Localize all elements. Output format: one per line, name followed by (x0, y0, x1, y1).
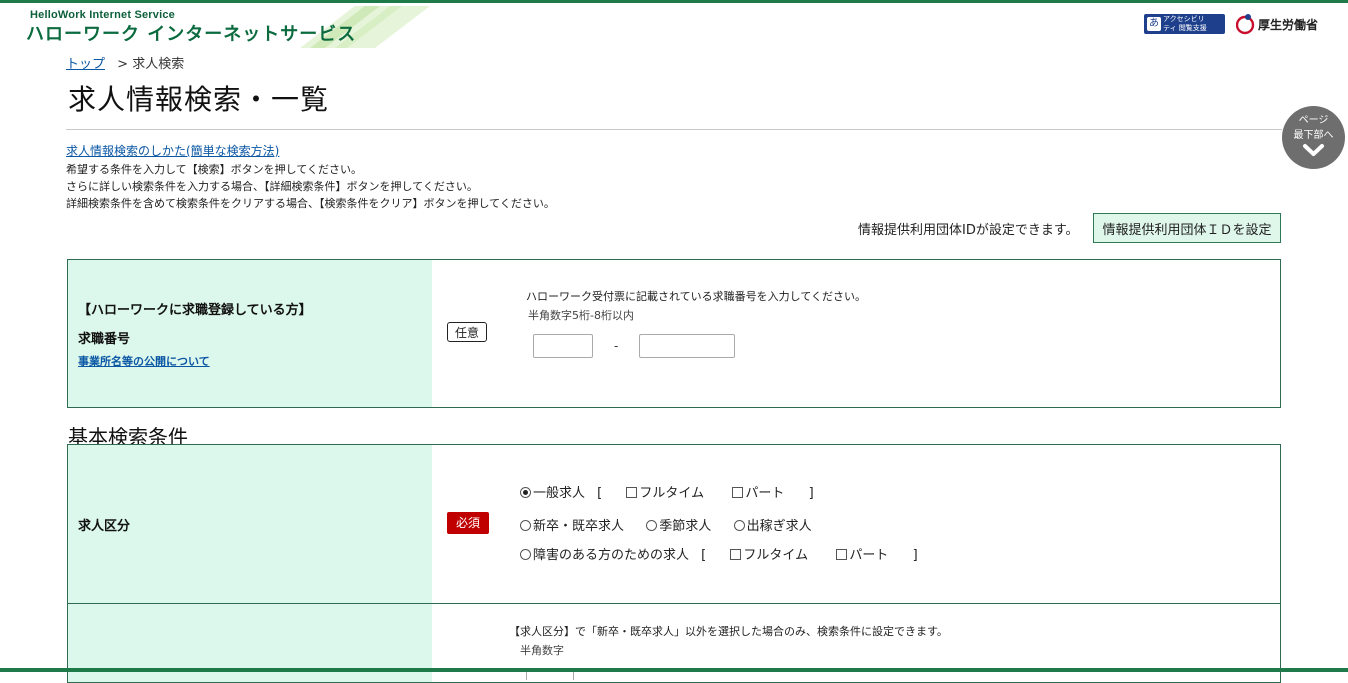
migrant-job-radio[interactable]: 出稼ぎ求人 (733, 519, 812, 534)
migrant-job-label: 出稼ぎ求人 (746, 519, 812, 534)
help-line-1: 希望する条件を入力して【検索】ボタンを押してください。 (66, 163, 363, 176)
seasonal-job-label: 季節求人 (659, 519, 712, 534)
job-type-row-general: 一般求人 [ フルタイム パート ] (520, 482, 814, 501)
hellowork-logo[interactable]: HelloWork Internet Service ハローワーク インターネッ… (20, 6, 440, 48)
bottom-accent-bar (0, 668, 1348, 672)
org-id-note: 情報提供利用団体IDが設定できます。 (858, 223, 1079, 238)
radio-icon (646, 520, 658, 531)
company-disclosure-link[interactable]: 事業所名等の公開について (78, 353, 210, 369)
disabled-job-label: 障害のある方のための求人 (533, 548, 690, 563)
general-parttime-label: パート (745, 486, 785, 501)
job-seeker-number-field-1[interactable] (533, 334, 593, 358)
job-seeker-number-field-2[interactable] (639, 334, 735, 358)
next-condition-note: 【求人区分】で「新卒・既卒求人」以外を選択した場合のみ、検索条件に設定できます。 (509, 625, 948, 638)
checkbox-icon (730, 549, 742, 560)
help-line-2: さらに詳しい検索条件を入力する場合、【詳細検索条件】ボタンを押してください。 (66, 180, 478, 193)
accessibility-tool-label: アクセシビリティ 閲覧支援ツール (1163, 15, 1207, 34)
job-type-row-disabled: 障害のある方のための求人 [ フルタイム パート ] (520, 544, 918, 563)
accessibility-tool-link[interactable]: あアクセシビリティ 閲覧支援ツール (1144, 14, 1225, 34)
radio-checked-icon (520, 487, 531, 498)
search-howto-link[interactable]: 求人情報検索のしかた(簡単な検索方法) (66, 142, 279, 159)
ministry-emblem-icon (1236, 14, 1255, 35)
disabled-parttime-label: パート (849, 548, 889, 563)
newgrad-job-radio[interactable]: 新卒・既卒求人 (520, 519, 624, 534)
breadcrumb: トップ > 求人検索 (66, 53, 184, 72)
bracket-close: ] (808, 486, 814, 501)
checkbox-icon (732, 487, 744, 498)
required-badge: 必須 (447, 512, 489, 534)
general-fulltime-checkbox[interactable]: フルタイム (626, 486, 704, 501)
breadcrumb-separator: > (117, 57, 129, 72)
disabled-parttime-checkbox[interactable]: パート (836, 548, 888, 563)
registration-format-note: 半角数字5桁-8桁以内 (528, 309, 634, 322)
newgrad-job-label: 新卒・既卒求人 (533, 519, 625, 534)
checkbox-icon (836, 549, 848, 560)
general-parttime-checkbox[interactable]: パート (732, 486, 784, 501)
bracket-close: ] (912, 548, 918, 563)
general-fulltime-label: フルタイム (639, 486, 705, 501)
registration-note: ハローワーク受付票に記載されている求職番号を入力してください。 (526, 290, 867, 303)
breadcrumb-home-link[interactable]: トップ (66, 57, 105, 72)
job-type-label: 求人区分 (78, 519, 131, 534)
set-org-id-button[interactable]: 情報提供利用団体ＩＤを設定 (1093, 213, 1281, 243)
disabled-job-radio[interactable]: 障害のある方のための求人 (520, 548, 689, 563)
optional-badge: 任意 (447, 322, 487, 342)
number-dash: - (614, 339, 619, 353)
bracket-open: [ (597, 486, 603, 501)
scroll-to-bottom-button[interactable]: ページ 最下部へ (1282, 106, 1345, 169)
ministry-name: 厚生労働省 (1258, 18, 1319, 32)
job-type-panel: 求人区分 必須 一般求人 [ フルタイム パート ] 新卒・既卒求人 季節求人 … (67, 444, 1281, 604)
breadcrumb-current: 求人検索 (132, 57, 185, 72)
job-seeker-number-label: 求職番号 (78, 332, 131, 347)
accessibility-icon: あ (1147, 17, 1161, 31)
seasonal-job-radio[interactable]: 季節求人 (646, 519, 711, 534)
help-line-3: 詳細検索条件を含めて検索条件をクリアする場合、【検索条件をクリア】ボタンを押して… (66, 197, 555, 210)
top-accent-bar (0, 0, 1348, 3)
radio-icon (733, 520, 745, 531)
page-title: 求人情報検索・一覧 (68, 83, 330, 116)
bracket-open: [ (701, 548, 707, 563)
next-condition-format-note: 半角数字 (520, 644, 564, 657)
registration-heading: 【ハローワークに求職登録している方】 (78, 303, 312, 318)
title-divider (66, 129, 1282, 130)
scroll-to-bottom-label-1: ページ (1298, 115, 1329, 126)
radio-icon (520, 520, 531, 531)
ministry-logo[interactable]: 厚生労働省 (1236, 12, 1319, 38)
disabled-fulltime-label: フルタイム (743, 548, 809, 563)
general-job-radio[interactable]: 一般求人 (520, 486, 585, 501)
registration-panel: 【ハローワークに求職登録している方】 求職番号 事業所名等の公開について 任意 … (67, 259, 1281, 408)
radio-icon (520, 549, 531, 560)
job-type-row-other: 新卒・既卒求人 季節求人 出稼ぎ求人 (520, 515, 812, 534)
logo-japanese-text: ハローワーク インターネットサービス (26, 24, 357, 45)
chevron-down-icon (1303, 144, 1324, 156)
checkbox-icon (626, 487, 638, 498)
scroll-to-bottom-label-2: 最下部へ (1293, 130, 1334, 141)
disabled-fulltime-checkbox[interactable]: フルタイム (730, 548, 808, 563)
general-job-label: 一般求人 (533, 486, 586, 501)
